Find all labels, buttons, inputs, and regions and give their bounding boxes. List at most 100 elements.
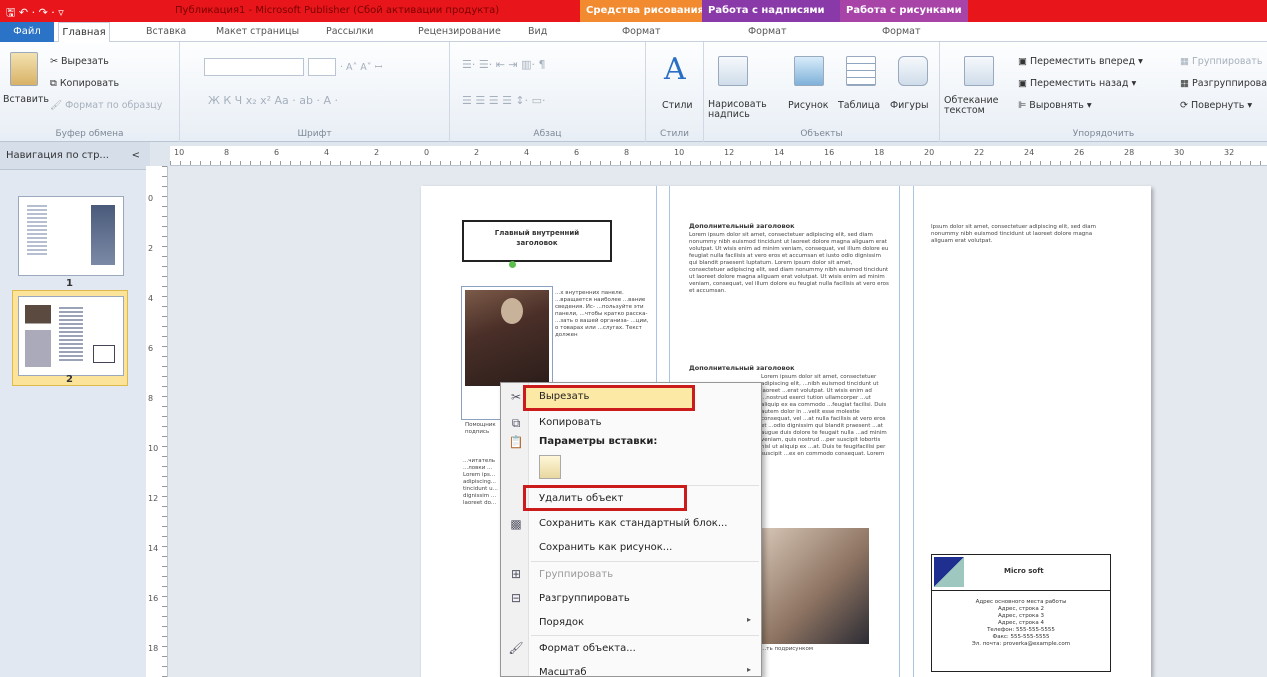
ruler-number: 26 <box>1074 148 1085 157</box>
address-line: Адрес основного места работы <box>975 599 1067 605</box>
ungroup-button[interactable]: ▦ Разгруппировать <box>1180 78 1267 89</box>
ruler-number: 4 <box>148 294 154 303</box>
paragraph-group: ☰· ☰· ⇤ ⇥ ▥· ¶ ☰ ☰ ☰ ☰ ↕· ▭· Абзац <box>450 42 646 142</box>
col2-heading-1: Дополнительный заголовок <box>689 222 795 230</box>
company-name: Micro soft <box>1004 567 1044 575</box>
ungroup-icon: ⊟ <box>510 591 522 605</box>
rotate-label: Повернуть <box>1190 100 1245 111</box>
ruler-number: 32 <box>1224 148 1235 157</box>
page-number-1: 1 <box>66 278 73 289</box>
paragraph-group-label: Абзац <box>533 129 562 139</box>
table-button[interactable]: Таблица <box>838 100 880 111</box>
shapes-button[interactable]: Фигуры <box>890 100 929 111</box>
collapse-nav-button[interactable]: < <box>132 150 140 161</box>
menu-save-as-block[interactable]: Сохранить как стандартный блок... <box>539 518 727 529</box>
align-buttons[interactable]: ☰ ☰ ☰ ☰ ↕· ▭· <box>462 94 546 107</box>
tab-file[interactable]: Файл <box>0 22 54 42</box>
vertical-ruler[interactable]: 0 2 4 6 8 10 12 14 16 18 <box>146 166 168 677</box>
wrap-text-button[interactable]: Обтекание текстом <box>944 96 1008 116</box>
ruler-number: 24 <box>1024 148 1035 157</box>
page-number-2: 2 <box>66 374 73 385</box>
ruler-number: 12 <box>148 494 159 503</box>
tab-format-picture[interactable]: Формат <box>882 26 921 37</box>
align-label: Выровнять <box>1029 100 1084 111</box>
tab-format-text[interactable]: Формат <box>748 26 787 37</box>
ungroup-label: Разгруппировать <box>1192 78 1267 89</box>
styles-icon[interactable]: A <box>664 52 686 87</box>
tab-review[interactable]: Рецензирование <box>418 26 501 37</box>
cut-label: Вырезать <box>60 56 109 67</box>
rotate-handle[interactable] <box>509 261 516 268</box>
ruler-number: 6 <box>148 344 154 353</box>
picture-icon[interactable] <box>794 56 824 86</box>
ruler-number: 2 <box>148 244 154 253</box>
menu-save-as-picture[interactable]: Сохранить как рисунок... <box>539 542 672 553</box>
nav-pane-title: Навигация по стр... <box>6 150 109 161</box>
ruler-number: 14 <box>148 544 159 553</box>
format-painter-label: Формат по образцу <box>65 100 163 111</box>
menu-order[interactable]: Порядок <box>539 617 584 628</box>
nav-pane-header: Навигация по стр... < <box>0 142 150 170</box>
tab-view[interactable]: Вид <box>528 26 547 37</box>
ruler-number: 20 <box>924 148 935 157</box>
draw-textbox-button[interactable]: Нарисовать надпись <box>708 100 784 120</box>
send-backward-button[interactable]: ▣ Переместить назад ▾ <box>1018 78 1136 89</box>
menu-format-object[interactable]: Формат объекта... <box>539 643 636 654</box>
tab-mailings[interactable]: Рассылки <box>326 26 373 37</box>
draw-textbox-icon[interactable] <box>718 56 748 86</box>
paste-option-icon[interactable] <box>539 455 561 479</box>
font-size-field[interactable] <box>308 58 336 76</box>
font-size-buttons[interactable]: · A˄ A˅ ꟷ <box>340 60 382 73</box>
picture-button[interactable]: Рисунок <box>788 100 829 111</box>
page-thumbnail-2[interactable] <box>18 296 124 376</box>
tab-page-layout[interactable]: Макет страницы <box>216 26 299 37</box>
send-backward-label: Переместить назад <box>1030 78 1129 89</box>
group-button[interactable]: ▦ Группировать <box>1180 56 1262 67</box>
keyboard-photo <box>761 528 869 644</box>
menu-copy[interactable]: Копировать <box>539 417 601 428</box>
font-group-label: Шрифт <box>297 129 332 139</box>
font-group: · A˄ A˅ ꟷ Ж К Ч x₂ x² Аа · ab · А · Шриф… <box>180 42 450 142</box>
tab-home[interactable]: Главная <box>58 22 110 43</box>
shapes-icon[interactable] <box>898 56 928 86</box>
submenu-arrow-icon: ▸ <box>746 615 751 624</box>
col2-heading-2: Дополнительный заголовок <box>689 364 795 372</box>
bring-forward-button[interactable]: ▣ Переместить вперед ▾ <box>1018 56 1143 67</box>
col1-intro-text: ...х внутренних панеле. ...вращается наи… <box>555 290 649 338</box>
copy-button[interactable]: ⧉ Копировать <box>50 78 119 89</box>
styles-button[interactable]: Стили <box>662 100 693 111</box>
list-buttons[interactable]: ☰· ☰· ⇤ ⇥ ▥· ¶ <box>462 58 546 71</box>
ruler-number: 2 <box>374 148 380 157</box>
page-thumbnail-1[interactable] <box>18 196 124 276</box>
tab-insert[interactable]: Вставка <box>146 26 186 37</box>
paste-icon[interactable] <box>10 52 38 86</box>
format-painter-button[interactable]: 🖌 Формат по образцу <box>50 100 162 111</box>
horizontal-ruler[interactable]: 10 8 6 4 2 0 2 4 6 8 10 12 14 16 18 20 22 24 26 28 30 32 <box>170 146 1267 166</box>
highlight-frame-cut <box>523 385 695 411</box>
address-block: Адрес основного места работы Адрес, стро… <box>932 599 1110 648</box>
group-icon: ⊞ <box>510 567 522 581</box>
quick-access-toolbar[interactable]: 🖫 ↶ · ↷ · ▿ <box>6 4 64 23</box>
font-format-buttons[interactable]: Ж К Ч x₂ x² Аа · ab · А · <box>208 94 338 107</box>
cut-button[interactable]: ✂ Вырезать <box>50 56 109 67</box>
wrap-text-icon[interactable] <box>964 56 994 86</box>
menu-paste-options: Параметры вставки: <box>539 436 658 447</box>
align-button[interactable]: ⊫ Выровнять ▾ <box>1018 100 1092 111</box>
ruler-number: 12 <box>724 148 735 157</box>
rotate-button[interactable]: ⟳ Повернуть ▾ <box>1180 100 1252 111</box>
menu-ungroup[interactable]: Разгруппировать <box>539 593 630 604</box>
ruler-number: 16 <box>824 148 835 157</box>
copy-label: Копировать <box>59 78 120 89</box>
font-name-field[interactable] <box>204 58 304 76</box>
context-menu: ✂ Вырезать ⧉ Копировать 📋 Параметры вста… <box>500 382 762 677</box>
table-icon[interactable] <box>846 56 876 86</box>
tab-format-drawing[interactable]: Формат <box>622 26 661 37</box>
business-card-box[interactable]: Micro soft Адрес основного места работы … <box>931 554 1111 672</box>
menu-zoom[interactable]: Масштаб <box>539 667 587 677</box>
main-heading-box[interactable]: Главный внутренний заголовок <box>462 220 612 262</box>
col2-text-2: Lorem ipsum dolor sit amet, consectetuer… <box>761 374 887 457</box>
ribbon-tabs: Файл Главная Вставка Макет страницы Расс… <box>0 22 1267 43</box>
ribbon: Вставить ✂ Вырезать ⧉ Копировать 🖌 Форма… <box>0 42 1267 142</box>
address-line: Адрес, строка 2 <box>998 606 1044 612</box>
paste-button[interactable]: Вставить <box>3 94 49 105</box>
